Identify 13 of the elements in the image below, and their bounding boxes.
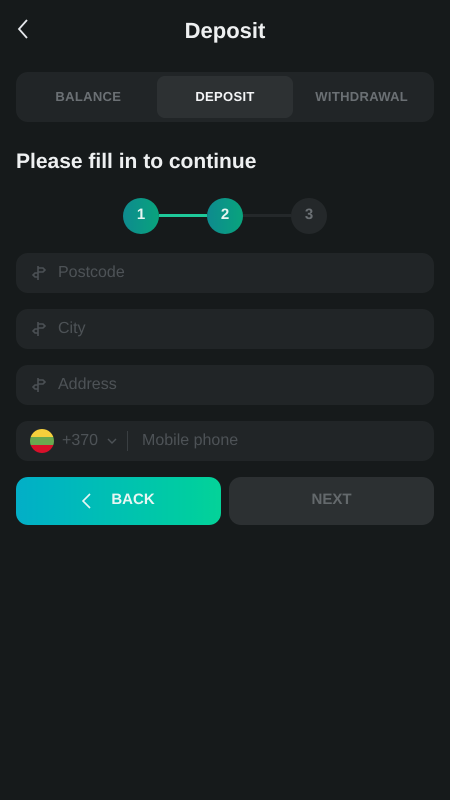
signpost-icon — [32, 376, 46, 392]
back-button[interactable]: BACK — [16, 476, 221, 524]
flag-icon — [30, 428, 54, 452]
tab[interactable]: DEPOSIT — [156, 76, 294, 118]
tab[interactable]: BALANCE — [20, 76, 157, 118]
chevron-left-icon — [82, 492, 92, 508]
page-title: Deposit — [184, 16, 266, 45]
form-heading: Please fill in to continue — [16, 149, 258, 175]
signpost-icon — [32, 264, 46, 280]
signpost-icon — [32, 320, 46, 336]
chevron-down-icon — [107, 438, 118, 444]
tab[interactable]: WITHDRAWAL — [293, 76, 430, 118]
back-icon[interactable] — [16, 18, 30, 40]
